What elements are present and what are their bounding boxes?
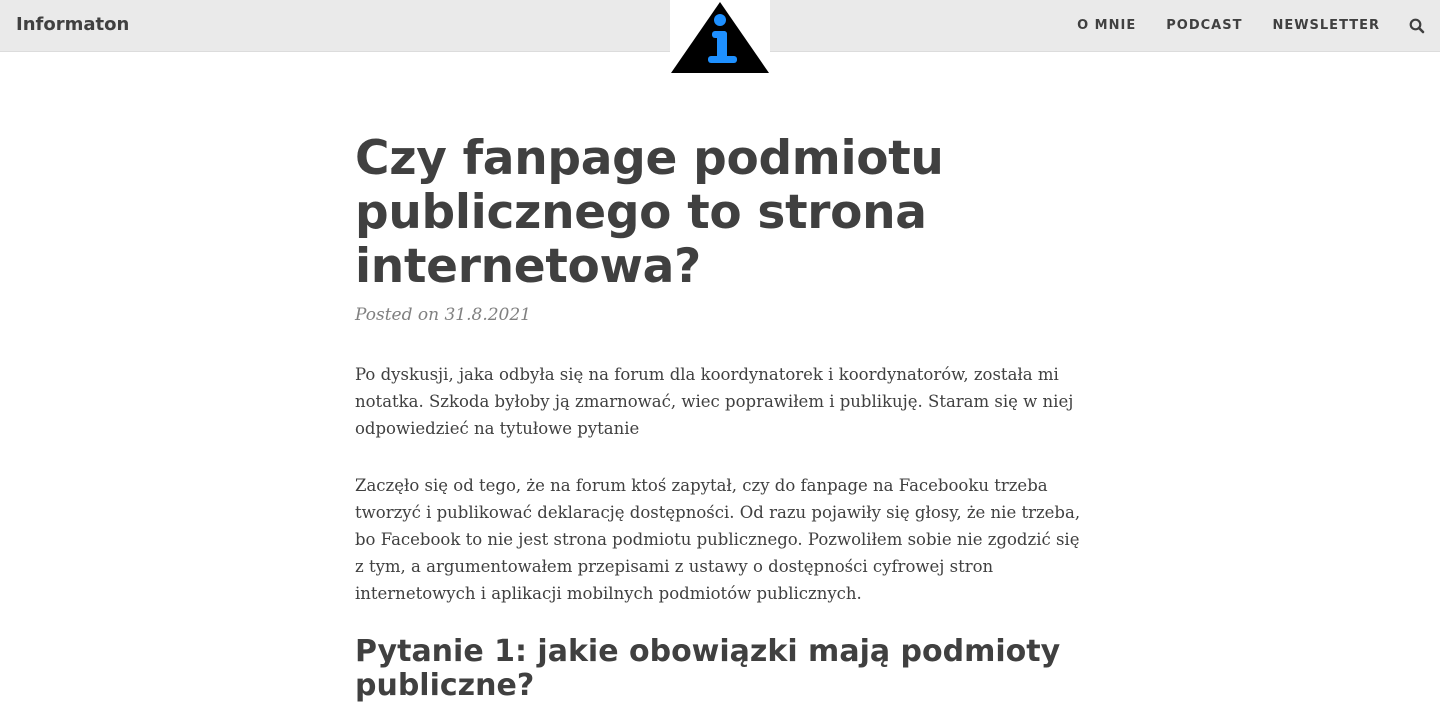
search-button[interactable] [1408,17,1426,35]
site-logo[interactable] [670,0,770,76]
section-heading-1: Pytanie 1: jakie obowiązki mają podmioty… [355,634,1061,703]
search-icon [1409,18,1425,34]
post-date: Posted on 31.8.2021 [355,305,531,325]
info-logo-icon [671,2,769,73]
post-paragraph-1: Po dyskusji, jaka odbyła się na forum dl… [355,365,1074,438]
main-nav: O MNIE PODCAST NEWSLETTER [1077,18,1380,33]
post-paragraph-2: Zaczęło się od tego, że na forum ktoś za… [355,476,1081,603]
site-title-link[interactable]: Informaton [16,14,129,35]
nav-item-podcast[interactable]: PODCAST [1166,18,1242,33]
nav-item-newsletter[interactable]: NEWSLETTER [1272,18,1380,33]
nav-item-o-mnie[interactable]: O MNIE [1077,18,1136,33]
site-header: Informaton O MNIE PODCAST NEWSLETTER [0,0,1440,76]
post-title: Czy fanpage podmiotu publicznego to stro… [355,131,944,294]
